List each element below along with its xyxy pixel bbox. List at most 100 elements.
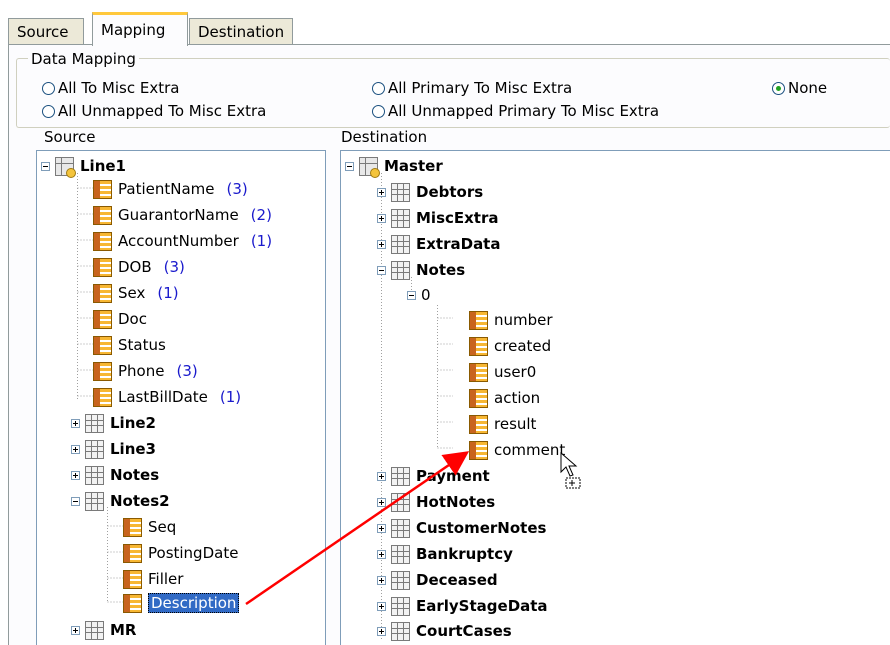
field-icon <box>93 361 112 381</box>
tree-node-earlystagedata[interactable]: EarlyStageData <box>377 595 548 617</box>
table-icon <box>391 518 410 538</box>
field-icon <box>123 543 142 563</box>
tree-node-deceased[interactable]: Deceased <box>377 569 498 591</box>
tree-node-line2[interactable]: Line2 <box>71 412 156 434</box>
field-icon <box>93 231 112 251</box>
collapse-icon[interactable] <box>71 496 80 506</box>
radio-all-to-misc-extra[interactable]: All To Misc Extra <box>42 79 179 97</box>
expand-icon[interactable] <box>377 523 386 533</box>
field-icon <box>93 387 112 407</box>
source-field-node[interactable]: LastBillDate (1) <box>93 386 241 408</box>
tree-node-debtors[interactable]: Debtors <box>377 181 483 203</box>
expand-icon[interactable] <box>377 213 386 223</box>
destination-field-node[interactable]: number <box>469 309 553 331</box>
field-icon <box>93 309 112 329</box>
source-field-node[interactable]: AccountNumber (1) <box>93 230 272 252</box>
tree-node-line3[interactable]: Line3 <box>71 438 156 460</box>
source-label: Source <box>44 128 96 146</box>
source-field-node[interactable]: GuarantorName (2) <box>93 204 272 226</box>
expand-icon[interactable] <box>377 497 386 507</box>
tree-node-bankruptcy[interactable]: Bankruptcy <box>377 543 513 565</box>
table-icon <box>391 596 410 616</box>
collapse-icon[interactable] <box>345 161 354 171</box>
field-icon <box>469 336 488 356</box>
destination-tree[interactable]: Master Debtors MiscExtra ExtraData Notes… <box>340 150 890 645</box>
destination-field-node[interactable]: action <box>469 387 540 409</box>
tree-node-hotnotes[interactable]: HotNotes <box>377 491 495 513</box>
destination-field-node[interactable]: created <box>469 335 551 357</box>
radio-checked-icon <box>772 81 785 95</box>
radio-circle-icon <box>372 104 385 118</box>
destination-field-node[interactable]: user0 <box>469 361 536 383</box>
source-field-node[interactable]: Status <box>93 334 166 356</box>
table-icon <box>85 620 104 640</box>
table-icon <box>391 621 410 641</box>
expand-icon[interactable] <box>377 601 386 611</box>
data-mapping-title: Data Mapping <box>28 50 139 68</box>
table-icon <box>85 465 104 485</box>
field-icon <box>123 593 142 613</box>
table-icon <box>391 234 410 254</box>
tab-mapping[interactable]: Mapping <box>92 12 188 46</box>
source-field-node[interactable]: Filler <box>123 568 183 590</box>
tree-node-miscextra[interactable]: MiscExtra <box>377 207 499 229</box>
expand-icon[interactable] <box>377 549 386 559</box>
tree-node-notes[interactable]: Notes <box>377 259 465 281</box>
source-field-node[interactable]: Doc <box>93 308 147 330</box>
source-field-node[interactable]: DOB (3) <box>93 256 185 278</box>
tree-node-notes2[interactable]: Notes2 <box>71 490 170 512</box>
tab-destination[interactable]: Destination <box>189 18 293 46</box>
table-icon <box>391 260 410 280</box>
table-icon <box>391 182 410 202</box>
source-field-node[interactable]: PostingDate <box>123 542 238 564</box>
tree-node-notes[interactable]: Notes <box>71 464 159 486</box>
tree-node-extradata[interactable]: ExtraData <box>377 233 500 255</box>
tree-node-courtcases[interactable]: CourtCases <box>377 620 512 642</box>
radio-circle-icon <box>42 104 55 118</box>
tab-strip: Source Mapping Destination <box>8 8 890 46</box>
expand-icon[interactable] <box>377 575 386 585</box>
drag-cursor-icon <box>560 452 581 489</box>
destination-field-comment[interactable]: comment <box>469 439 565 461</box>
source-field-node[interactable]: Phone (3) <box>93 360 198 382</box>
field-icon <box>469 440 488 460</box>
collapse-icon[interactable] <box>407 290 416 300</box>
field-icon <box>123 569 142 589</box>
source-field-description-selected[interactable]: Description <box>123 592 240 614</box>
radio-none[interactable]: None <box>772 79 827 97</box>
field-icon <box>93 205 112 225</box>
field-icon <box>93 283 112 303</box>
field-icon <box>469 388 488 408</box>
tree-node-payment[interactable]: Payment <box>377 465 490 487</box>
source-field-node[interactable]: PatientName (3) <box>93 178 248 200</box>
record-root-icon <box>55 156 76 178</box>
destination-field-node[interactable]: result <box>469 413 536 435</box>
expand-icon[interactable] <box>71 444 80 454</box>
tree-node-master[interactable]: Master <box>345 155 443 178</box>
tree-node-customernotes[interactable]: CustomerNotes <box>377 517 546 539</box>
table-icon <box>391 492 410 512</box>
radio-all-primary-to-misc-extra[interactable]: All Primary To Misc Extra <box>372 79 572 97</box>
radio-all-unmapped-to-misc-extra[interactable]: All Unmapped To Misc Extra <box>42 102 266 120</box>
expand-icon[interactable] <box>71 418 80 428</box>
collapse-icon[interactable] <box>377 265 386 275</box>
expand-icon[interactable] <box>377 239 386 249</box>
expand-icon[interactable] <box>377 626 386 636</box>
destination-label: Destination <box>341 128 428 146</box>
tree-node-line1[interactable]: Line1 <box>41 155 126 178</box>
expand-icon[interactable] <box>377 187 386 197</box>
table-icon <box>391 208 410 228</box>
expand-icon[interactable] <box>377 471 386 481</box>
tree-node-notes-index[interactable]: 0 <box>407 284 431 306</box>
tree-node-mr[interactable]: MR <box>71 619 136 641</box>
radio-all-unmapped-primary-to-misc-extra[interactable]: All Unmapped Primary To Misc Extra <box>372 102 659 120</box>
field-icon <box>469 414 488 434</box>
tab-source[interactable]: Source <box>8 18 84 46</box>
expand-icon[interactable] <box>71 470 80 480</box>
collapse-icon[interactable] <box>41 161 50 171</box>
source-tree[interactable]: Line1 PatientName (3) GuarantorName (2) … <box>36 150 326 645</box>
source-field-node[interactable]: Seq <box>123 516 176 538</box>
radio-circle-icon <box>42 81 55 95</box>
source-field-node[interactable]: Sex (1) <box>93 282 179 304</box>
expand-icon[interactable] <box>71 625 80 635</box>
